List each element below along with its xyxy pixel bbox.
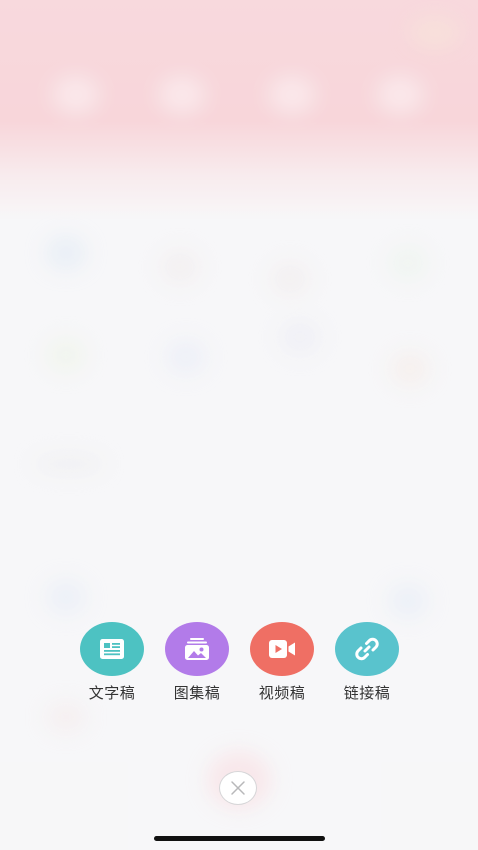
video-draft-button[interactable]: 视频稿 [240,622,324,708]
link-icon [335,622,399,676]
gallery-draft-label: 图集稿 [173,684,221,702]
blurred-background [0,0,478,850]
close-button[interactable] [219,771,257,805]
gallery-draft-button[interactable]: 图集稿 [155,622,239,708]
home-indicator[interactable] [154,836,325,841]
article-draft-button[interactable]: 文字稿 [70,622,154,708]
video-draft-label: 视频稿 [258,684,306,702]
video-icon [250,622,314,676]
frosted-overlay [0,0,478,850]
close-icon [231,781,245,795]
publish-options: 文字稿 图集稿 视频稿 链接稿 [0,622,478,712]
gallery-icon [165,622,229,676]
link-draft-button[interactable]: 链接稿 [325,622,409,708]
link-draft-label: 链接稿 [343,684,391,702]
article-draft-label: 文字稿 [88,684,136,702]
article-icon [80,622,144,676]
